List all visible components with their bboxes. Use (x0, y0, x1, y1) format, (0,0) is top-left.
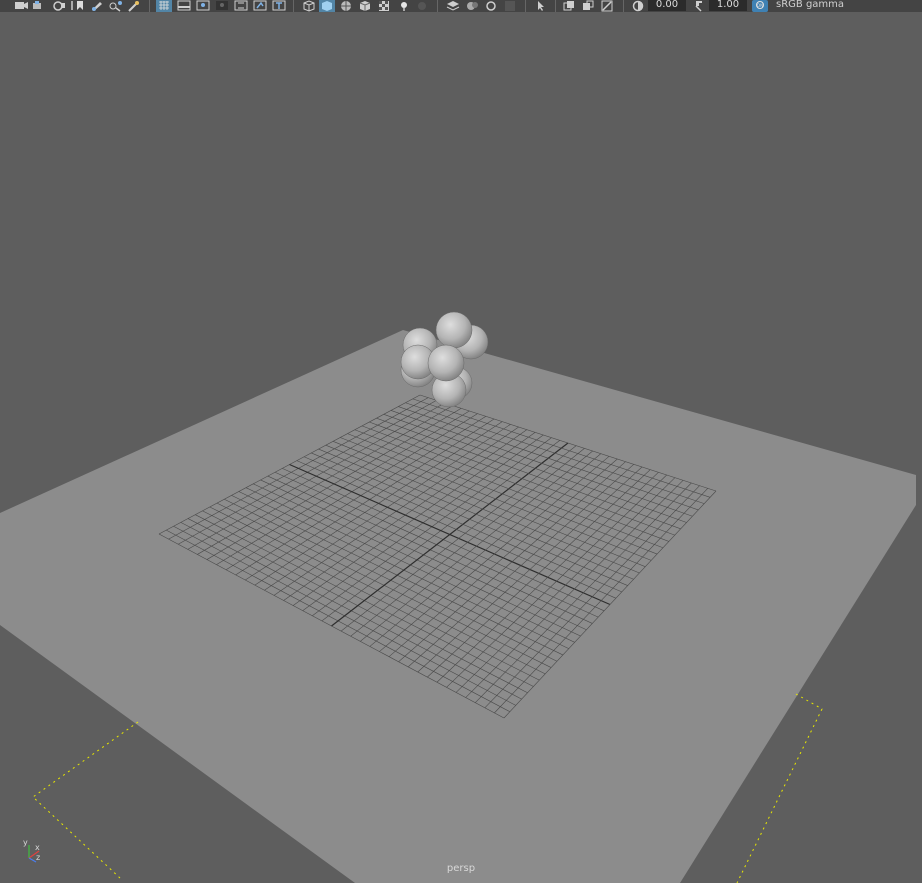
film-gate-icon[interactable] (176, 0, 192, 12)
isolate-select-icon[interactable] (534, 0, 550, 12)
textured-icon[interactable] (377, 0, 391, 12)
grease-pencil-icon[interactable] (90, 0, 104, 12)
viewport-panel-toolbar: 0.00 1.00 ON sRGB gamma (0, 0, 922, 12)
perspective-viewport[interactable]: y x z (0, 12, 922, 883)
camera-select-icon[interactable] (14, 0, 30, 12)
safe-title-icon[interactable] (271, 0, 287, 12)
screen-space-ao-icon[interactable] (445, 0, 461, 12)
camera-name-label: persp (446, 863, 476, 874)
toolbar-separator (293, 0, 294, 12)
bookmarks-icon[interactable] (52, 0, 66, 12)
svg-text:ON: ON (757, 3, 763, 8)
toolbar-separator (437, 0, 438, 12)
snap-icon[interactable] (127, 0, 141, 12)
xray-components-icon[interactable] (600, 0, 614, 12)
2d-pan-zoom-icon[interactable] (108, 0, 124, 12)
axis-label-x: x (35, 843, 40, 852)
safe-action-icon[interactable] (252, 0, 268, 12)
toolbar-separator (149, 0, 150, 12)
axis-label-z: z (36, 853, 40, 862)
toolbar-separator (555, 0, 556, 12)
view-bookmark-icon[interactable] (75, 0, 85, 12)
gamma-icon[interactable] (693, 0, 705, 12)
gate-mask-icon[interactable] (214, 0, 230, 12)
shadows-icon[interactable] (415, 0, 429, 12)
field-chart-icon[interactable] (233, 0, 249, 12)
xray-icon[interactable] (562, 0, 576, 12)
multisample-aa-icon[interactable] (484, 0, 498, 12)
viewport-canvas[interactable]: y x z (0, 12, 922, 883)
wireframe-on-shaded-icon[interactable] (339, 0, 353, 12)
color-management-label[interactable]: sRGB gamma (776, 0, 844, 11)
motion-blur-icon[interactable] (464, 0, 480, 12)
exposure-field[interactable]: 0.00 (648, 0, 686, 11)
axis-label-y: y (23, 838, 28, 847)
sphere[interactable] (435, 311, 473, 349)
smooth-shade-icon[interactable] (319, 0, 335, 12)
depth-of-field-icon[interactable] (503, 0, 517, 12)
resolution-gate-icon[interactable] (195, 0, 211, 12)
color-management-icon[interactable]: ON (751, 0, 769, 12)
use-all-lights-icon[interactable] (397, 0, 411, 12)
wireframe-icon[interactable] (302, 0, 316, 12)
toolbar-separator (525, 0, 526, 12)
camera-attributes-icon[interactable] (32, 0, 44, 12)
exposure-icon[interactable] (631, 0, 645, 12)
toolbar-separator (623, 0, 624, 12)
xray-joints-icon[interactable] (581, 0, 595, 12)
grid-icon[interactable] (156, 0, 172, 12)
sphere[interactable] (427, 344, 465, 382)
gamma-field[interactable]: 1.00 (709, 0, 747, 11)
default-material-icon[interactable] (358, 0, 372, 12)
